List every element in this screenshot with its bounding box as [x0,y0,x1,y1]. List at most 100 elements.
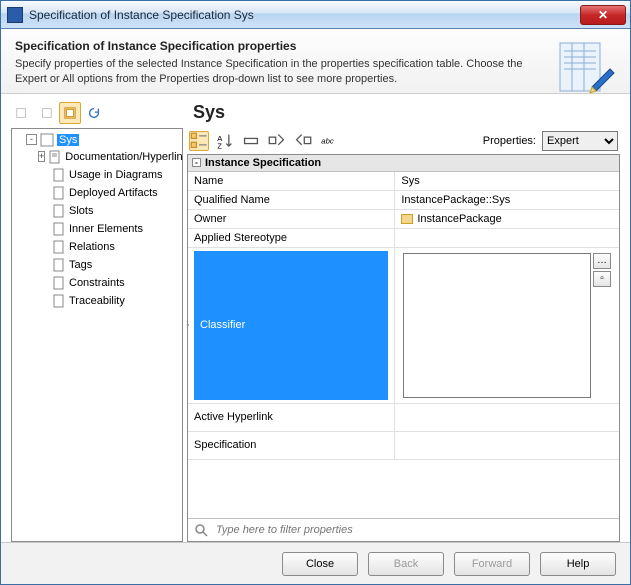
row-applied-stereotype[interactable]: Applied Stereotype [188,228,619,247]
tree-item-constraints[interactable]: Constraints [36,275,182,291]
tree-item-label: Deployed Artifacts [69,187,158,199]
hide-empty-button[interactable] [293,131,313,151]
classifier-label-text: Classifier [200,319,245,331]
svg-text:abc: abc [321,136,334,145]
row-specification[interactable]: Specification [188,431,619,459]
tree-item-label: Traceability [69,295,125,307]
tree-item-label: Inner Elements [69,223,143,235]
instance-icon [40,133,54,147]
tree-item-documentation[interactable]: + Documentation/Hyperlinks [36,149,182,165]
sheet-icon [52,204,66,218]
tree-item-label: Tags [69,259,92,271]
collapse-icon[interactable]: - [26,134,37,145]
sheet-icon [52,240,66,254]
prop-label: Applied Stereotype [188,228,395,247]
header-illustration [554,37,618,101]
properties-grid: - Instance Specification Name Sys Qualif… [187,154,620,542]
expand-icon[interactable]: + [38,151,45,162]
prop-label-selected: Classifier [194,251,388,400]
expand-button[interactable] [241,131,261,151]
prop-value[interactable]: InstancePackage::Sys [395,190,619,209]
title-bar[interactable]: Specification of Instance Specification … [1,1,630,29]
sheet-icon [52,186,66,200]
tree-root-label: Sys [57,134,79,146]
close-button[interactable]: Close [282,552,358,576]
row-name[interactable]: Name Sys [188,172,619,191]
prop-label: Active Hyperlink [188,403,395,431]
prop-label: Qualified Name [188,190,395,209]
search-icon [194,523,208,537]
tree-item-traceability[interactable]: Traceability [36,293,182,309]
sort-button[interactable]: AZ [215,131,235,151]
help-button[interactable]: Help [540,552,616,576]
history-fwd-button[interactable] [35,102,57,124]
properties-label: Properties: [483,135,536,147]
sheet-icon [52,222,66,236]
section-title: Instance Specification [205,157,321,169]
header-panel: Specification of Instance Specification … [1,29,630,94]
row-active-hyperlink[interactable]: Active Hyperlink [188,403,619,431]
prop-value[interactable]: Sys [395,172,619,191]
header-description: Specify properties of the selected Insta… [15,57,616,87]
sheet-icon [52,258,66,272]
tree-item-label: Usage in Diagrams [69,169,163,181]
prop-label: Owner [188,209,395,228]
forward-button[interactable]: Forward [454,552,530,576]
dialog-window: Specification of Instance Specification … [0,0,631,585]
show-empty-button[interactable] [267,131,287,151]
properties-panel: AZ abc Properties: Expert - Instance Spe… [187,128,620,542]
folder-icon [401,214,413,224]
tree-item-tags[interactable]: Tags [36,257,182,273]
tree-item-label: Constraints [69,277,125,289]
prop-label: Specification [188,431,395,459]
classifier-list[interactable] [403,253,591,398]
close-window-button[interactable]: ✕ [580,5,626,25]
tree-item-inner[interactable]: Inner Elements [36,221,182,237]
properties-toolbar: AZ abc Properties: Expert [187,128,620,154]
row-indicator-icon [188,320,189,330]
row-owner[interactable]: Owner InstancePackage [188,209,619,228]
sheet-icon [52,168,66,182]
split-pane: - Sys + Documentation/Hyperlinks Usage in… [11,128,620,542]
classifier-clear-button[interactable]: ▫ [593,271,611,287]
prop-value[interactable] [395,431,619,459]
row-qualified-name[interactable]: Qualified Name InstancePackage::Sys [188,190,619,209]
tree-item-relations[interactable]: Relations [36,239,182,255]
navigation-tree[interactable]: - Sys + Documentation/Hyperlinks Usage in… [11,128,183,542]
svg-text:Z: Z [217,141,222,149]
classifier-browse-button[interactable]: … [593,253,611,269]
filter-input[interactable] [214,523,613,537]
sheet-icon [52,294,66,308]
section-header[interactable]: - Instance Specification [188,155,619,172]
tree-item-label: Slots [69,205,93,217]
categorized-button[interactable] [189,131,209,151]
owner-value-text: InstancePackage [417,213,501,225]
sheet-icon [52,276,66,290]
page-title: Sys [193,102,225,123]
tree-item-label: Relations [69,241,115,253]
main-toolbar: Sys [11,100,620,126]
filter-bar [188,518,619,541]
refresh-button[interactable] [83,102,105,124]
abc-button[interactable]: abc [319,131,339,151]
prop-value[interactable] [395,403,619,431]
history-back-button[interactable] [11,102,33,124]
tree-item-slots[interactable]: Slots [36,203,182,219]
tree-root[interactable]: - Sys [24,132,182,148]
header-title: Specification of Instance Specification … [15,39,616,53]
body-panel: Sys - Sys + Documentation/Hyperlinks Usag… [1,94,630,542]
row-classifier[interactable]: Classifier … ▫ [188,247,619,403]
sheet-icon [48,150,62,164]
back-button[interactable]: Back [368,552,444,576]
tree-item-label: Documentation/Hyperlinks [65,151,183,163]
prop-value[interactable] [395,228,619,247]
window-title: Specification of Instance Specification … [29,8,580,22]
tree-item-usage[interactable]: Usage in Diagrams [36,167,182,183]
collapse-section-icon[interactable]: - [192,158,201,167]
app-icon [7,7,23,23]
prop-value[interactable]: InstancePackage [395,209,619,228]
prop-label: Name [188,172,395,191]
tree-item-artifacts[interactable]: Deployed Artifacts [36,185,182,201]
properties-mode-select[interactable]: Expert [542,131,618,151]
tree-view-button[interactable] [59,102,81,124]
